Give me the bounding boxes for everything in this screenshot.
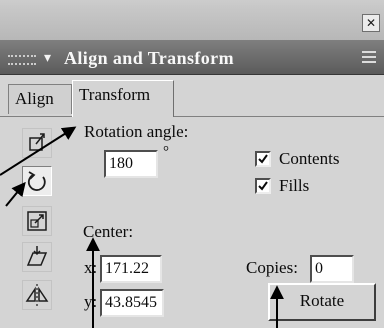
- tab-bar: Align Transform: [0, 76, 384, 117]
- scale-tool-icon: [27, 211, 47, 231]
- transform-tool-strip: [8, 124, 54, 324]
- close-icon[interactable]: ✕: [362, 14, 380, 32]
- degree-symbol: °: [163, 144, 169, 160]
- contents-checkbox[interactable]: [255, 151, 271, 167]
- collapse-arrow-icon[interactable]: ▾: [44, 50, 51, 66]
- position-tool-icon: [29, 133, 45, 151]
- contents-label: Contents: [279, 149, 340, 168]
- panel-title: Align and Transform: [64, 48, 234, 68]
- align-transform-panel: ✕ ▾ Align and Transform Align Transform: [0, 0, 384, 328]
- fills-label: Fills: [279, 176, 310, 195]
- fills-checkbox[interactable]: [255, 178, 271, 194]
- rotate-button[interactable]: Rotate: [268, 283, 376, 321]
- rotation-angle-input[interactable]: 180: [104, 150, 158, 178]
- checkmark-icon: [258, 154, 268, 164]
- rotate-tool-button[interactable]: [22, 166, 52, 196]
- tab-transform[interactable]: Transform: [72, 80, 174, 117]
- skew-tool-button[interactable]: [22, 242, 52, 272]
- center-y-label: y:: [84, 292, 98, 311]
- rotate-tool-icon: [27, 171, 46, 191]
- copies-input[interactable]: 0: [310, 255, 354, 283]
- reflect-tool-icon: [25, 284, 49, 306]
- center-x-input[interactable]: 171.22: [100, 255, 162, 283]
- rotation-angle-label: Rotation angle:: [84, 122, 189, 141]
- skew-tool-icon: [26, 246, 48, 266]
- panel-top-strip: ✕: [0, 0, 384, 40]
- position-tool-button[interactable]: [22, 128, 52, 158]
- drag-grip-icon[interactable]: [8, 55, 36, 65]
- center-y-input[interactable]: 43.8545: [100, 289, 164, 317]
- center-label: Center:: [83, 222, 134, 241]
- options-menu-icon[interactable]: [362, 51, 376, 63]
- scale-tool-button[interactable]: [22, 206, 52, 236]
- checkmark-icon: [258, 181, 268, 191]
- copies-label: Copies:: [246, 258, 298, 277]
- center-x-label: x:: [84, 258, 98, 277]
- tab-align[interactable]: Align: [8, 84, 72, 114]
- reflect-tool-button[interactable]: [22, 280, 52, 310]
- panel-title-bar[interactable]: ▾ Align and Transform: [0, 40, 384, 75]
